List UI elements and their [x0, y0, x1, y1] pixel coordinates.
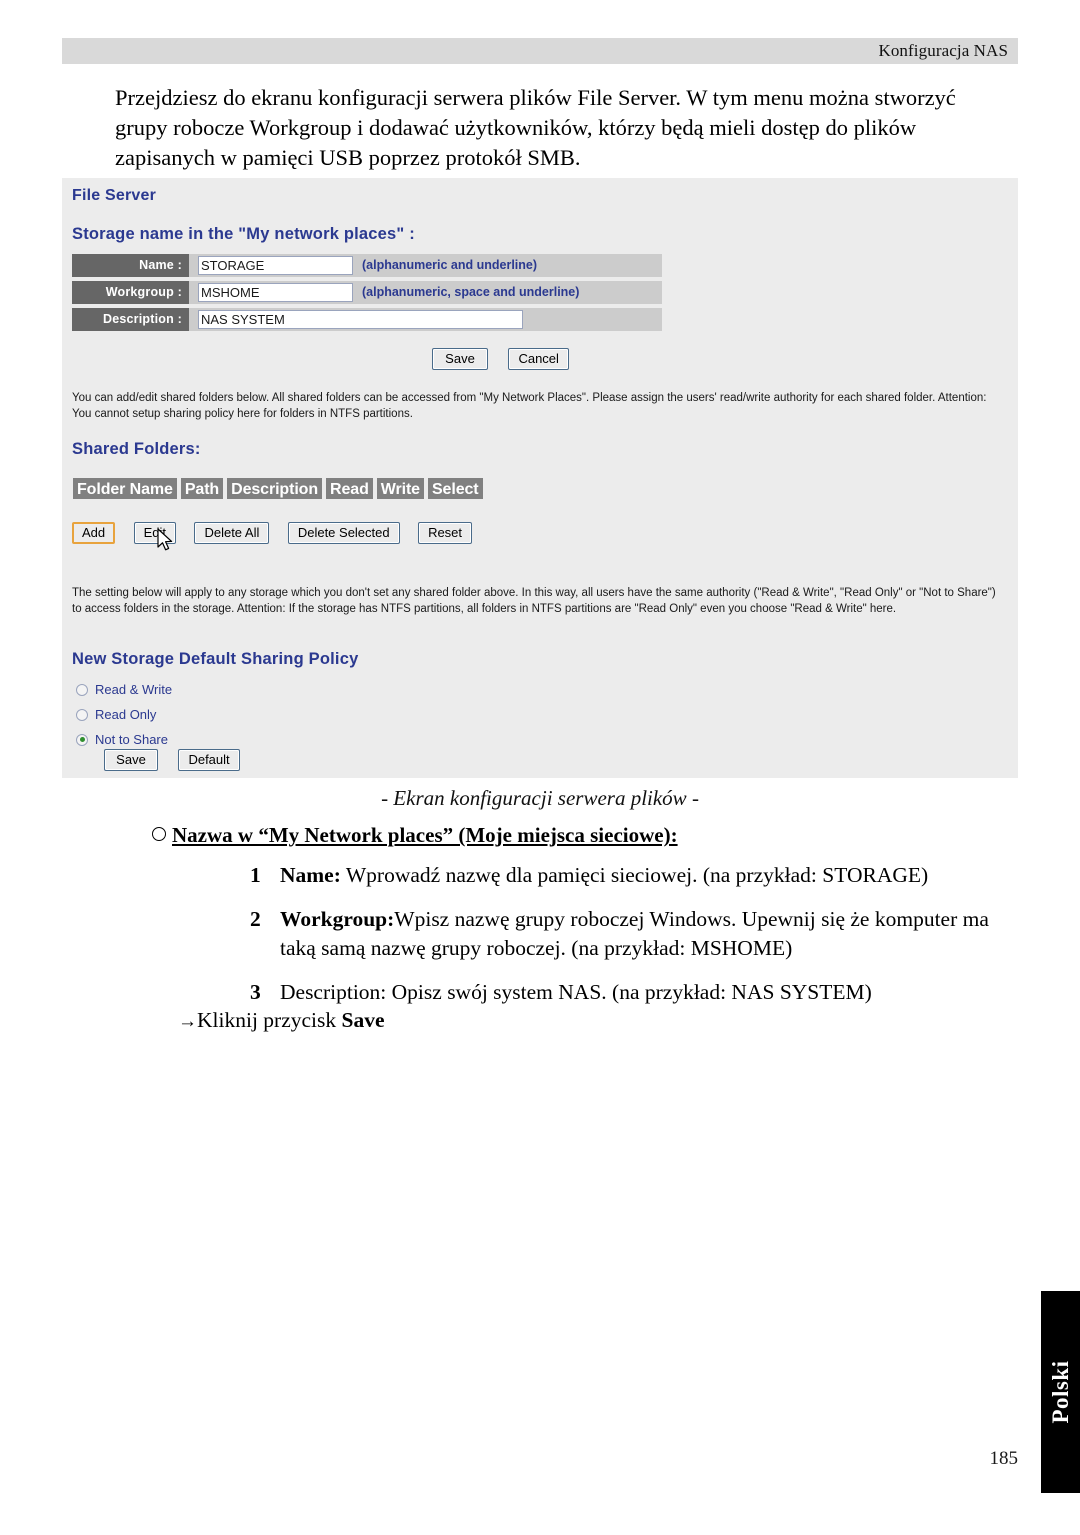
storage-button-row: Save Cancel [432, 348, 585, 370]
step-text: Description: Opisz swój system NAS. (na … [280, 980, 872, 1004]
final-instruction-text: Kliknij przycisk [197, 1008, 342, 1032]
delete-selected-button[interactable]: Delete Selected [287, 522, 400, 544]
step-body: Description: Opisz swój system NAS. (na … [280, 978, 1020, 1007]
description-field-label: Description : [72, 308, 189, 331]
storage-save-button[interactable]: Save [432, 348, 488, 370]
arrow-icon: → [178, 1011, 197, 1032]
radio-unchecked-icon [76, 683, 88, 696]
step-bold-label: Name: [280, 863, 341, 887]
delete-all-button[interactable]: Delete All [194, 522, 270, 544]
name-input[interactable] [198, 256, 353, 275]
form-row-description: Description : [72, 308, 662, 331]
section-bullet-heading-text: Nazwa w “My Network places” (Moje miejsc… [172, 823, 678, 847]
policy-button-row: Save Default [104, 749, 256, 771]
step-number: 1 [250, 863, 261, 887]
figure-caption: - Ekran konfiguracji serwera plików - [381, 786, 699, 810]
page-number: 185 [989, 1448, 1019, 1469]
radio-read-write-label: Read & Write [95, 682, 173, 697]
list-item: 1 Name: Wprowadź nazwę dla pamięci sieci… [250, 861, 1020, 890]
radio-checked-icon [76, 733, 88, 746]
table-header-write: Write [375, 477, 425, 500]
final-instruction: →Kliknij przycisk Save [178, 1008, 385, 1033]
edit-button[interactable]: Edit [133, 522, 176, 544]
language-side-tab-label: Polski [1047, 1360, 1073, 1424]
table-header-description: Description [226, 477, 324, 500]
table-header-folder-name: Folder Name [72, 477, 178, 500]
running-header-title: Konfiguracja NAS [878, 41, 1008, 60]
workgroup-field-label: Workgroup : [72, 281, 189, 304]
policy-default-button[interactable]: Default [178, 749, 240, 771]
radio-unchecked-icon [76, 708, 88, 721]
circle-bullet-icon [152, 827, 166, 841]
step-number: 3 [250, 980, 261, 1004]
radio-not-to-share-label: Not to Share [95, 732, 168, 747]
step-body: Workgroup:Wpisz nazwę grupy roboczej Win… [280, 905, 1020, 963]
name-field-label: Name : [72, 254, 189, 277]
workgroup-input[interactable] [198, 283, 353, 302]
table-header-select: Select [426, 477, 484, 500]
step-body: Name: Wprowadź nazwę dla pamięci sieciow… [280, 861, 1020, 890]
section-bullet-heading: Nazwa w “My Network places” (Moje miejsc… [152, 823, 678, 848]
shared-folders-title: Shared Folders: [72, 440, 201, 458]
steps-list: 1 Name: Wprowadź nazwę dla pamięci sieci… [250, 861, 1020, 1022]
file-server-screenshot-panel: File Server Storage name in the "My netw… [62, 178, 1018, 778]
radio-read-write[interactable]: Read & Write [76, 677, 172, 702]
running-header-bar: Konfiguracja NAS [62, 38, 1018, 64]
language-side-tab: Polski [1041, 1291, 1080, 1493]
step-text: Wprowadź nazwę dla pamięci sieciowej. (n… [340, 863, 929, 887]
folder-action-button-row: Add Edit Delete All Delete Selected Rese… [72, 522, 486, 544]
step-bold-label: Workgroup: [280, 907, 395, 931]
panel-title: File Server [72, 187, 157, 204]
step-number: 2 [250, 907, 261, 931]
workgroup-field-hint: (alphanumeric, space and underline) [362, 285, 580, 299]
policy-radio-group: Read & Write Read Only Not to Share [76, 677, 172, 752]
policy-title: New Storage Default Sharing Policy [72, 650, 359, 668]
storage-section-title: Storage name in the "My network places" … [72, 225, 415, 243]
shared-folders-note: You can add/edit shared folders below. A… [72, 392, 987, 420]
storage-form: Name : (alphanumeric and underline) Work… [72, 254, 662, 335]
radio-read-only-label: Read Only [95, 707, 157, 722]
policy-note: The setting below will apply to any stor… [72, 587, 996, 615]
shared-folders-table-header: Folder Name Path Description Read Write … [72, 477, 486, 500]
table-header-read: Read [325, 477, 374, 500]
list-item: 3 Description: Opisz swój system NAS. (n… [250, 978, 1020, 1007]
storage-cancel-button[interactable]: Cancel [508, 348, 569, 370]
reset-button[interactable]: Reset [418, 522, 473, 544]
form-row-name: Name : (alphanumeric and underline) [72, 254, 662, 277]
list-item: 2 Workgroup:Wpisz nazwę grupy roboczej W… [250, 905, 1020, 963]
final-instruction-bold: Save [341, 1008, 385, 1032]
table-header-path: Path [179, 477, 225, 500]
name-field-hint: (alphanumeric and underline) [362, 258, 538, 272]
radio-read-only[interactable]: Read Only [76, 702, 172, 727]
form-row-workgroup: Workgroup : (alphanumeric, space and und… [72, 281, 662, 304]
add-button[interactable]: Add [72, 522, 116, 544]
intro-paragraph: Przejdziesz do ekranu konfiguracji serwe… [115, 85, 956, 170]
description-input[interactable] [198, 310, 523, 329]
policy-save-button[interactable]: Save [104, 749, 158, 771]
